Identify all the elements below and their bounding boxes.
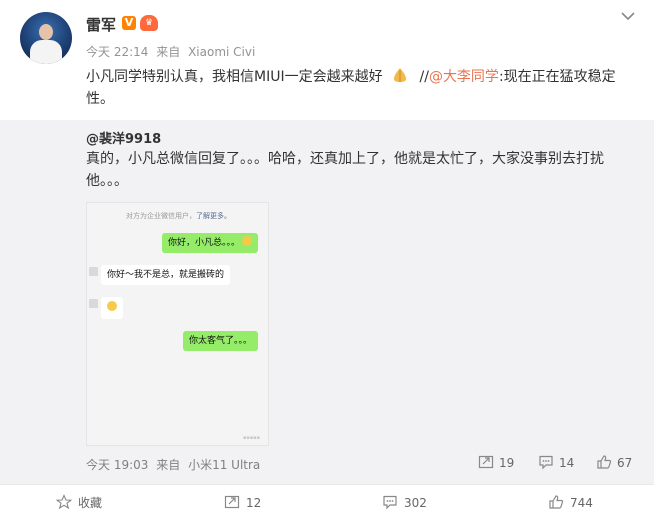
chat-notice-link: 了解更多。	[196, 212, 231, 220]
retweet-like-count: 67	[617, 456, 633, 470]
chat-notice: 对方为企业微信用户，了解更多。	[87, 211, 270, 221]
comment-button[interactable]: 302	[382, 494, 427, 512]
repost-button[interactable]: 12	[224, 494, 261, 512]
chat-message-text: 你太客气了。。。	[188, 336, 252, 346]
post-source: Xiaomi Civi	[188, 45, 256, 59]
weibo-post-card: 雷军 V ♛ 今天 22:14 来自 Xiaomi Civi 小凡同学特别认真，…	[0, 0, 654, 518]
post-content: 小凡同学特别认真，我相信MIUI一定会越来越好 //@大李同学:现在正在猛攻稳定…	[86, 66, 636, 110]
pray-emoji-icon	[394, 68, 407, 82]
chat-message-text: 你好，小凡总。。。	[167, 238, 240, 248]
chat-bubble	[101, 297, 123, 319]
retweet-repost-count: 19	[499, 456, 515, 470]
repost-separator: //	[419, 69, 429, 85]
chat-notice-text: 对方为企业微信用户，	[126, 212, 196, 220]
author-name[interactable]: 雷军	[86, 14, 116, 35]
thumbs-up-icon	[597, 455, 612, 469]
retweet-time[interactable]: 今天 19:03	[86, 458, 148, 472]
chat-avatar	[89, 299, 98, 308]
thumbs-up-icon	[549, 495, 564, 509]
image-watermark: ▪▪▪▪▪	[243, 435, 260, 441]
retweet-source-prefix: 来自	[156, 458, 181, 472]
favorite-label: 收藏	[78, 496, 103, 510]
chat-avatar	[89, 267, 98, 276]
grimace-emoji-icon	[242, 236, 252, 246]
retweet-like-button[interactable]: 67	[596, 454, 632, 472]
chat-screenshot-image[interactable]: 对方为企业微信用户，了解更多。 你好，小凡总。。。 你好～我不是总，就是搬砖的 …	[86, 202, 269, 446]
post-time[interactable]: 今天 22:14	[86, 45, 148, 59]
retweet-meta: 今天 19:03 来自 小米11 Ultra	[86, 456, 264, 473]
retweet-repost-button[interactable]: 19	[478, 454, 514, 472]
member-crown-icon: ♛	[140, 15, 158, 31]
chat-bubble: 你好～我不是总，就是搬砖的	[101, 265, 231, 285]
post-meta: 今天 22:14 来自 Xiaomi Civi	[86, 43, 259, 60]
like-count: 744	[570, 496, 593, 510]
retweet-comment-count: 14	[559, 456, 575, 470]
retweet-box: @裴洋9918 真的，小凡总微信回复了。。。哈哈，还真加上了，他就是太忙了，大家…	[0, 120, 654, 484]
post-action-bar: 收藏 12 302 744	[0, 484, 654, 518]
repost-count: 12	[246, 496, 262, 510]
like-button[interactable]: 744	[548, 494, 593, 512]
comment-count: 302	[404, 496, 427, 510]
favorite-button[interactable]: 收藏	[55, 494, 103, 512]
chat-bubble: 你好，小凡总。。。	[161, 233, 258, 253]
star-icon	[55, 494, 73, 510]
comment-icon	[383, 495, 397, 510]
author-avatar[interactable]	[20, 12, 72, 64]
comment-icon	[539, 455, 553, 470]
retweet-text: 真的，小凡总微信回复了。。。哈哈，还真加上了，他就是太忙了，大家没事别去打扰他。…	[86, 151, 604, 189]
source-prefix: 来自	[156, 45, 181, 59]
mention-link[interactable]: @大李同学	[429, 69, 499, 85]
retweet-comment-button[interactable]: 14	[538, 454, 574, 472]
chat-message-text: 你好～我不是总，就是搬砖的	[107, 270, 225, 280]
repost-icon	[224, 495, 240, 509]
chat-bubble: 你太客气了。。。	[182, 331, 258, 351]
avatar-face	[39, 24, 53, 40]
grimace-emoji-icon	[107, 301, 117, 311]
retweet-author[interactable]: @裴洋9918	[86, 128, 161, 147]
chevron-down-icon[interactable]	[620, 10, 636, 22]
verified-icon: V	[122, 16, 136, 30]
repost-icon	[478, 455, 494, 469]
post-text: 小凡同学特别认真，我相信MIUI一定会越来越好	[86, 69, 383, 85]
retweet-source: 小米11 Ultra	[188, 458, 261, 472]
avatar-shirt	[30, 40, 62, 64]
